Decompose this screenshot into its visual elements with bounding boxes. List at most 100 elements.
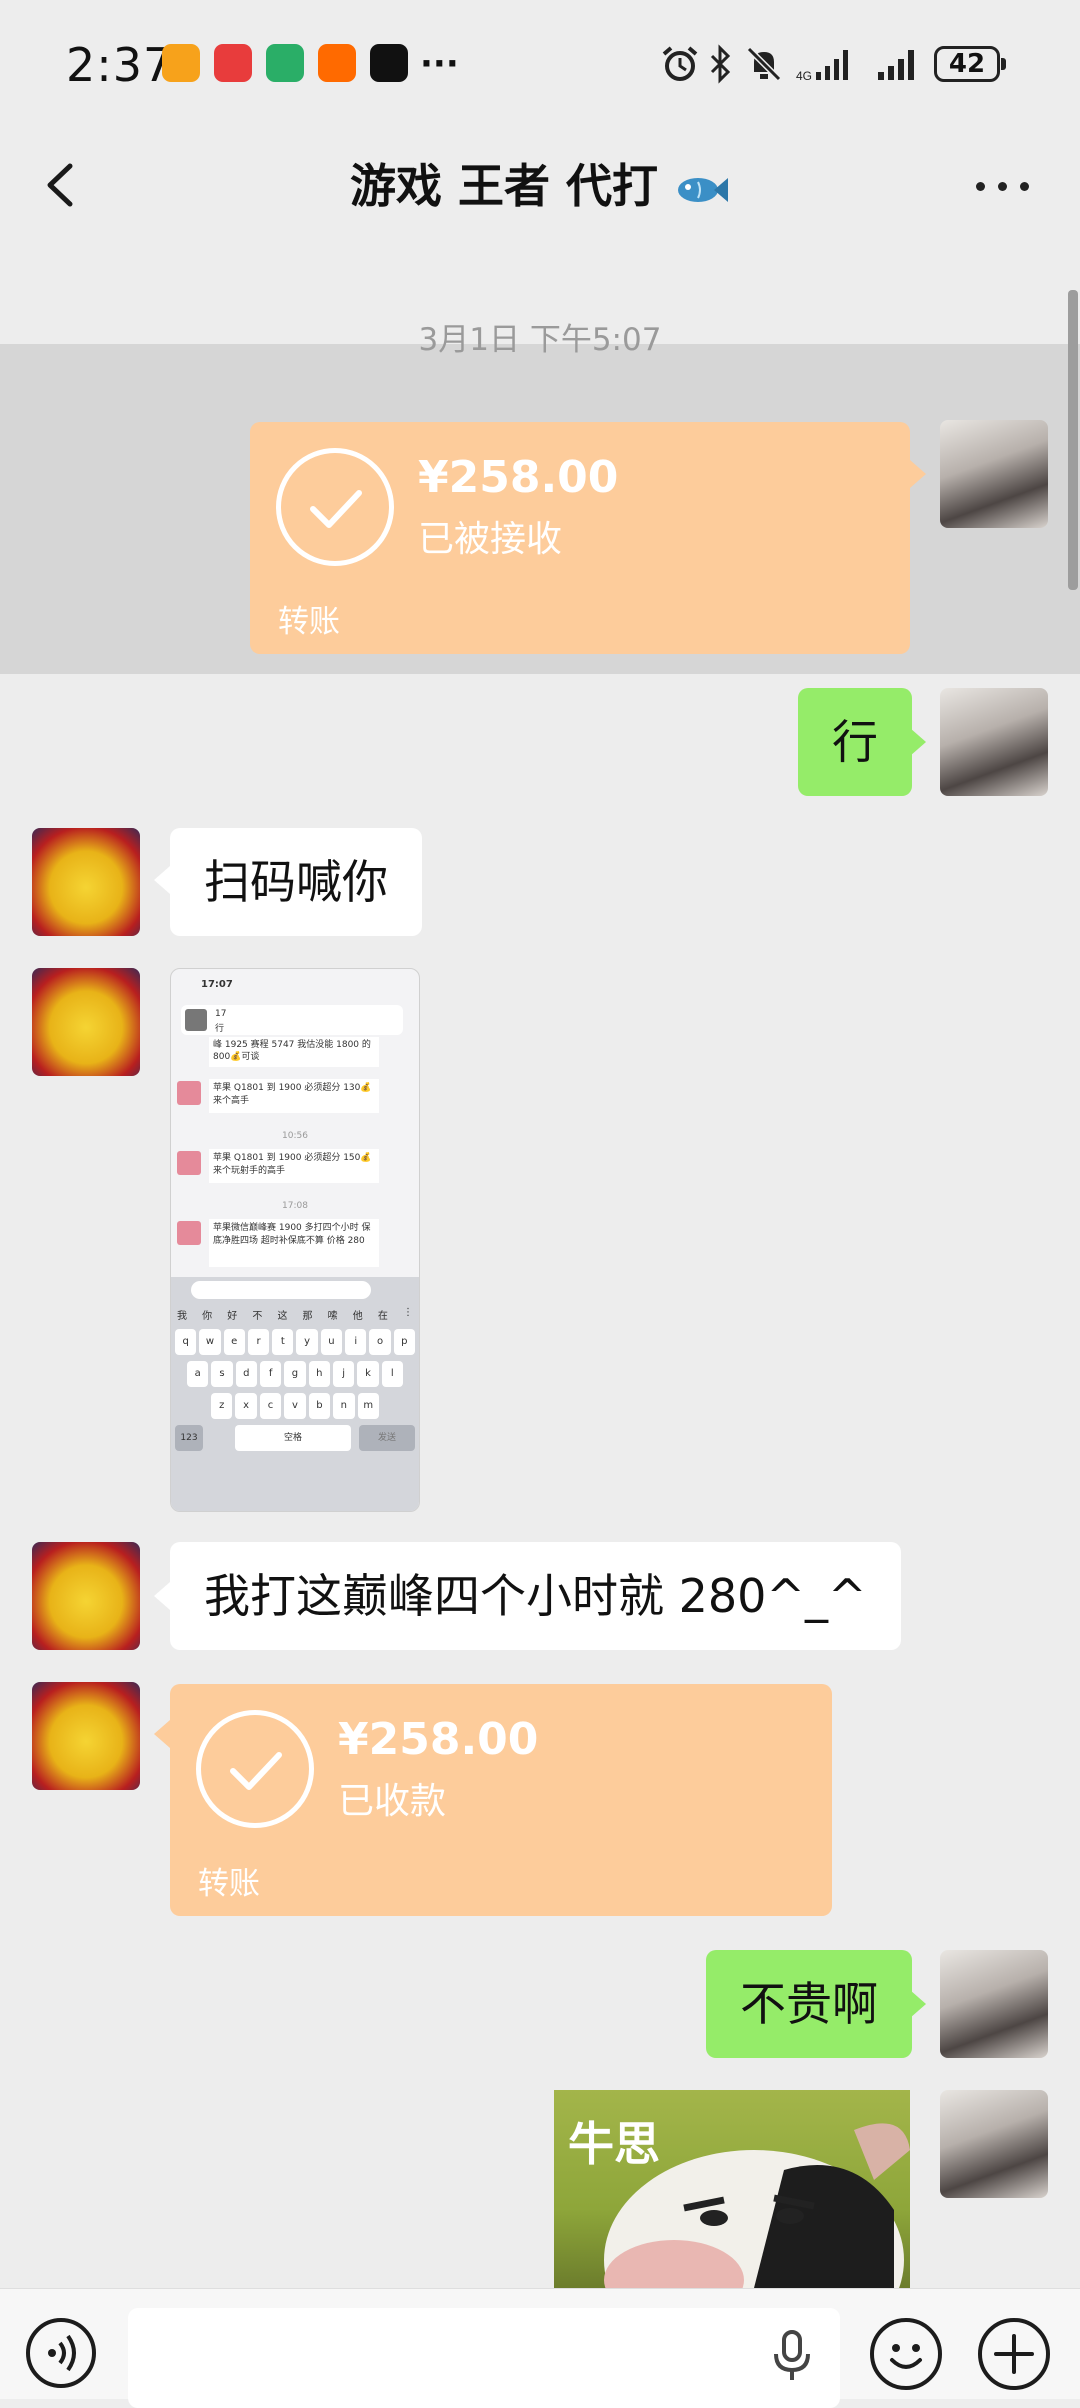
more-options-button[interactable] (976, 176, 1032, 196)
screenshot-candidate: 那 (302, 1311, 313, 1322)
screenshot-key: u (320, 1329, 343, 1355)
pinduoduo-icon (214, 44, 252, 82)
screenshot-space-key: 空格 (235, 1425, 351, 1451)
sticker-image[interactable]: 牛思 (554, 2090, 910, 2288)
screenshot-key-row: zxcvbnm (211, 1393, 379, 1419)
contact-avatar[interactable] (32, 1542, 140, 1650)
fish-icon (678, 177, 729, 202)
transfer-amount: ¥258.00 (418, 452, 619, 503)
screenshot-key: x (235, 1393, 257, 1419)
screenshot-key: w (199, 1329, 221, 1355)
screenshot-key-row: qwertyuiop (175, 1329, 415, 1355)
screenshot-key: v (284, 1393, 306, 1419)
screenshot-candidate: 好 (227, 1311, 238, 1322)
screenshot-top-title: 17 (215, 1009, 227, 1019)
bubble-tail (910, 460, 926, 488)
screenshot-image[interactable]: 17:07 17 行 峰 1925 赛程 5747 我估没能 1800 的 80… (170, 968, 420, 1512)
screenshot-key: r (247, 1329, 270, 1355)
screenshot-num-key: 123 (175, 1425, 203, 1451)
taobao-live-icon (162, 44, 200, 82)
screenshot-candidate: 不 (252, 1311, 263, 1322)
bubble-tail (154, 1582, 170, 1610)
plus-button[interactable] (978, 2318, 1050, 2390)
screenshot-key: n (333, 1393, 355, 1419)
transfer-status: 已被接收 (418, 519, 563, 560)
emoji-icon (890, 2344, 922, 2369)
screenshot-key: l (381, 1361, 403, 1387)
screenshot-candidate: 我 (177, 1311, 187, 1322)
signal-icon (878, 50, 914, 80)
screenshot-candidate: 嗦 (327, 1311, 338, 1322)
screenshot-key: e (223, 1329, 245, 1355)
transfer-message-sent[interactable]: ¥258.00 已被接收 转账 (250, 422, 910, 654)
screenshot-key: m (357, 1393, 379, 1419)
screenshot-time-divider: 17:08 (282, 1201, 308, 1211)
status-bar: 2:37 ··· 4G 42 (0, 0, 1080, 130)
screenshot-key: d (235, 1361, 257, 1387)
message-input[interactable] (128, 2308, 840, 2408)
my-avatar[interactable] (940, 420, 1048, 528)
check-circle-icon (276, 448, 394, 566)
my-avatar[interactable] (940, 688, 1048, 796)
screenshot-message: 苹果 Q1801 到 1900 必须超分 150💰 来个玩射手的高手 (209, 1149, 379, 1183)
status-more-indicator: ··· (420, 44, 459, 84)
bubble-tail (910, 1990, 926, 2018)
transfer-label: 转账 (198, 1866, 260, 1902)
bluetooth-icon (710, 44, 731, 84)
screenshot-candidate: ⋮ (402, 1307, 413, 1318)
bubble-tail (154, 866, 170, 894)
chat-title-text: 游戏 王者 代打 (349, 159, 658, 213)
emoji-button[interactable] (870, 2318, 942, 2390)
taobao-icon (318, 44, 356, 82)
screenshot-key: f (259, 1361, 282, 1387)
screenshot-message: 峰 1925 赛程 5747 我估没能 1800 的 800💰可谈 (209, 1037, 379, 1067)
tiktok-icon (370, 44, 408, 82)
screenshot-key: k (357, 1361, 379, 1387)
plus-icon (994, 2334, 1034, 2374)
message-bubble-received[interactable]: 扫码喊你 (170, 828, 422, 936)
status-time: 2:37 (66, 38, 174, 92)
alarm-icon (662, 46, 698, 81)
signal-icon: 4G (796, 50, 848, 82)
message-timestamp: 3月1日 下午5:07 (418, 322, 662, 358)
transfer-status: 已收款 (338, 1781, 447, 1822)
screenshot-candidate: 在 (377, 1311, 388, 1322)
screenshot-key: o (369, 1329, 391, 1355)
check-circle-icon (196, 1710, 314, 1828)
screenshot-key: i (345, 1329, 367, 1355)
screenshot-candidate: 你 (202, 1311, 213, 1322)
screenshot-key: q (175, 1329, 197, 1355)
scrollbar[interactable] (1068, 290, 1078, 590)
screenshot-send-key: 发送 (359, 1425, 415, 1451)
screenshot-key: t (272, 1329, 294, 1355)
voice-button[interactable] (26, 2318, 96, 2388)
contact-avatar[interactable] (32, 1682, 140, 1790)
chat-title: 游戏 王者 代打 (0, 150, 1080, 216)
screenshot-key: j (332, 1361, 355, 1387)
screenshot-key: b (308, 1393, 331, 1419)
message-bubble-sent[interactable]: 不贵啊 (706, 1950, 912, 2058)
my-avatar[interactable] (940, 1950, 1048, 2058)
contact-avatar[interactable] (32, 828, 140, 936)
message-bubble-received[interactable]: 我打这巅峰四个小时就 280^_^ (170, 1542, 901, 1650)
message-bubble-sent[interactable]: 行 (798, 688, 912, 796)
microphone-icon[interactable] (772, 2328, 812, 2384)
screenshot-message: 苹果 Q1801 到 1900 必须超分 130💰 来个高手 (209, 1079, 379, 1113)
transfer-label: 转账 (278, 604, 340, 640)
screenshot-candidates: 我 你 好 不 这 那 嗦 他 在 ⋮ (177, 1307, 413, 1322)
bubble-tail (154, 1720, 170, 1748)
screenshot-key: h (308, 1361, 330, 1387)
screenshot-key: g (284, 1361, 306, 1387)
screenshot-top-sub: 行 (215, 1024, 225, 1034)
screenshot-candidate: 这 (277, 1311, 288, 1322)
screenshot-key: p (393, 1329, 415, 1355)
screenshot-message: 苹果微信巅峰赛 1900 多打四个小时 保底净胜四场 超时补保底不算 价格 28… (209, 1219, 379, 1267)
transfer-message-received[interactable]: ¥258.00 已收款 转账 (170, 1684, 832, 1916)
contact-avatar[interactable] (32, 968, 140, 1076)
screenshot-key: a (187, 1361, 209, 1387)
screenshot-key: z (211, 1393, 233, 1419)
screenshot-keyboard: 我你好不这那嗦他在 ⋮ qwertyuiop asdfghjkl zxcvbnm … (171, 1277, 419, 1511)
screenshot-key: s (211, 1361, 233, 1387)
my-avatar[interactable] (940, 2090, 1048, 2198)
sticker-caption: 牛思 (568, 2117, 660, 2171)
